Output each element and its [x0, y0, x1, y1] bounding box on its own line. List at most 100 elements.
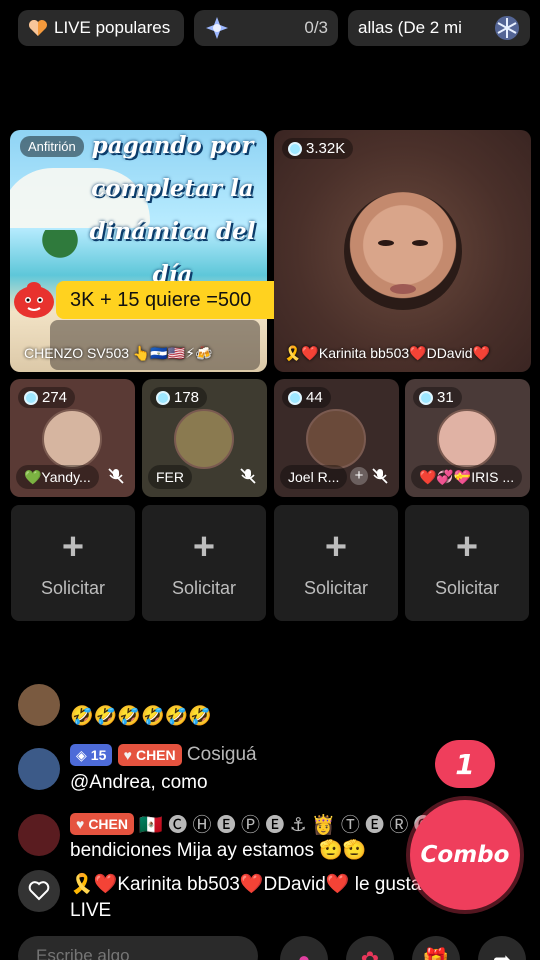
- fan-club-badge[interactable]: ♥ CHEN: [70, 812, 134, 835]
- heart-icon: [29, 20, 47, 36]
- people-icon: ●: [297, 947, 311, 960]
- request-slot-3[interactable]: + Solicitar: [274, 505, 398, 621]
- viewer-count-badge: 274: [18, 387, 76, 408]
- guest-name-label: ❤️💞💝IRIS ...: [419, 468, 515, 485]
- gem-icon: [288, 390, 302, 405]
- viewer-count-badge: 44: [282, 387, 331, 408]
- gift-icon: 🎁: [422, 947, 450, 960]
- star-gem-icon: [206, 17, 228, 39]
- viewer-count: 44: [306, 389, 323, 406]
- live-populares-label: LIVE populares: [54, 18, 171, 37]
- guest-name: Joel R...: [280, 465, 348, 489]
- plus-icon: +: [61, 525, 85, 568]
- guest-name-label: 💚Yandy...: [24, 468, 91, 485]
- viewer-count: 178: [174, 389, 200, 406]
- guest-tile-3[interactable]: 44 Joel R... +: [274, 379, 399, 497]
- avatar: [437, 409, 497, 469]
- combo-count-badge: 1: [435, 740, 495, 788]
- viewer-count: 3.32K: [306, 140, 346, 157]
- daily-progress-button[interactable]: 0/3: [194, 10, 338, 46]
- request-slot-2[interactable]: + Solicitar: [142, 505, 266, 621]
- mic-muted-icon: [108, 468, 124, 484]
- chat-message-text: @Andrea, como: [70, 772, 208, 793]
- chat-message-text: bendiciones Mija ay estamos 🫡🫡: [70, 840, 367, 861]
- host-video-tile[interactable]: pagando por completar la dinámica del dí…: [10, 130, 267, 372]
- level-badge[interactable]: ◈ 15: [70, 744, 113, 766]
- request-slot-label: Solicitar: [434, 577, 500, 598]
- heart-icon: ♥: [76, 815, 85, 832]
- goal-banner[interactable]: 3K + 15 quiere =500: [6, 278, 291, 320]
- gem-icon: [156, 390, 170, 405]
- level-icon: ◈: [76, 746, 87, 763]
- guest-name: 💚Yandy...: [16, 465, 99, 489]
- guest-pk-button[interactable]: ●: [280, 936, 328, 960]
- host-badge: Anfitrión: [20, 136, 84, 157]
- gift-button[interactable]: 🎁: [412, 936, 460, 960]
- share-button[interactable]: ➦: [478, 936, 526, 960]
- host-name: CHENZO SV503 👆🇸🇻🇺🇸⚡🍻: [24, 345, 213, 361]
- avatar: [42, 409, 102, 469]
- live-populares-button[interactable]: LIVE populares: [18, 10, 184, 46]
- guest-name-label: FER: [156, 469, 184, 485]
- request-slot-4[interactable]: + Solicitar: [405, 505, 529, 621]
- fan-club-label: CHEN: [135, 747, 176, 763]
- guest-name: FER: [148, 465, 192, 489]
- news-ticker[interactable]: allas (De 2 mi: [348, 10, 530, 46]
- avatar[interactable]: [18, 814, 60, 856]
- chat-username[interactable]: 🇲🇽 🅒 Ⓗ 🅔 Ⓟ 🅔 ⚓ 👸 Ⓣ 🅔 Ⓡ 🅞: [139, 815, 432, 836]
- progress-value: 0/3: [304, 18, 328, 37]
- avatar[interactable]: [18, 748, 60, 790]
- top-bar: LIVE populares 0/3 allas (De 2 mi: [18, 10, 530, 46]
- mic-muted-icon: [372, 468, 388, 484]
- mouth-shape: [390, 284, 416, 294]
- heart-outline-icon: [28, 881, 50, 901]
- mascot-icon: [14, 282, 54, 318]
- request-slot-label: Solicitar: [171, 577, 237, 598]
- eye-shape: [378, 240, 394, 246]
- chat-message-text: 🎗️❤️Karinita bb503❤️DDavid❤️ le gusta al…: [70, 874, 442, 921]
- gem-icon: [419, 390, 433, 405]
- guest-tile-1[interactable]: 274 💚Yandy...: [10, 379, 135, 497]
- guest-name-label: Joel R...: [288, 469, 340, 485]
- guest-face-image: [344, 192, 462, 310]
- fan-club-badge[interactable]: ♥ CHEN: [117, 744, 182, 766]
- share-arrow-icon: ➦: [492, 947, 512, 960]
- chat-message-header: ◈ 15 ♥ CHEN Cosiguá: [70, 744, 257, 766]
- chat-message-text: 🤣🤣🤣🤣🤣🤣: [70, 706, 212, 727]
- like-heart-button[interactable]: [18, 870, 60, 912]
- plus-icon: +: [192, 525, 216, 568]
- bottom-bar: ● ✿ 🎁 ➦: [18, 936, 538, 960]
- goal-banner-text: 3K + 15 quiere =500: [56, 281, 291, 319]
- heart-icon: ♥: [123, 747, 132, 763]
- combo-button[interactable]: Combo: [410, 800, 520, 910]
- rose-gift-button[interactable]: ✿: [346, 936, 394, 960]
- request-slot-label: Solicitar: [303, 577, 369, 598]
- guest-tile-2[interactable]: 178 FER: [142, 379, 267, 497]
- promo-overlay-text: pagando por completar la dinámica del dí…: [89, 132, 256, 288]
- plus-icon: +: [455, 525, 479, 568]
- avatar[interactable]: [18, 684, 60, 726]
- viewer-count-badge: 3.32K: [282, 138, 354, 159]
- snowflake-icon: [495, 16, 519, 40]
- viewer-count-badge: 178: [150, 387, 208, 408]
- plus-icon: +: [324, 525, 348, 568]
- chat-username[interactable]: Cosiguá: [187, 744, 257, 765]
- guest-name: ❤️💞💝IRIS ...: [411, 465, 523, 489]
- viewer-count-badge: 31: [413, 387, 462, 408]
- news-text: allas (De 2 mi: [358, 18, 462, 37]
- guest-video-tile-main[interactable]: 3.32K 🎗️❤️Karinita bb503❤️DDavid❤️: [274, 130, 531, 372]
- add-friend-button[interactable]: +: [350, 467, 368, 485]
- mic-muted-icon: [240, 468, 256, 484]
- request-slot-label: Solicitar: [40, 577, 106, 598]
- avatar: [306, 409, 366, 469]
- fan-club-label: CHEN: [88, 815, 128, 832]
- guest-tile-4[interactable]: 31 ❤️💞💝IRIS ...: [405, 379, 530, 497]
- gem-icon: [24, 390, 38, 405]
- guest-name: 🎗️❤️Karinita bb503❤️DDavid❤️: [284, 345, 490, 361]
- avatar: [174, 409, 234, 469]
- level-value: 15: [90, 747, 107, 763]
- request-slot-1[interactable]: + Solicitar: [11, 505, 135, 621]
- rose-icon: ✿: [360, 947, 380, 960]
- chat-input[interactable]: [18, 936, 258, 960]
- viewer-count: 31: [437, 389, 454, 406]
